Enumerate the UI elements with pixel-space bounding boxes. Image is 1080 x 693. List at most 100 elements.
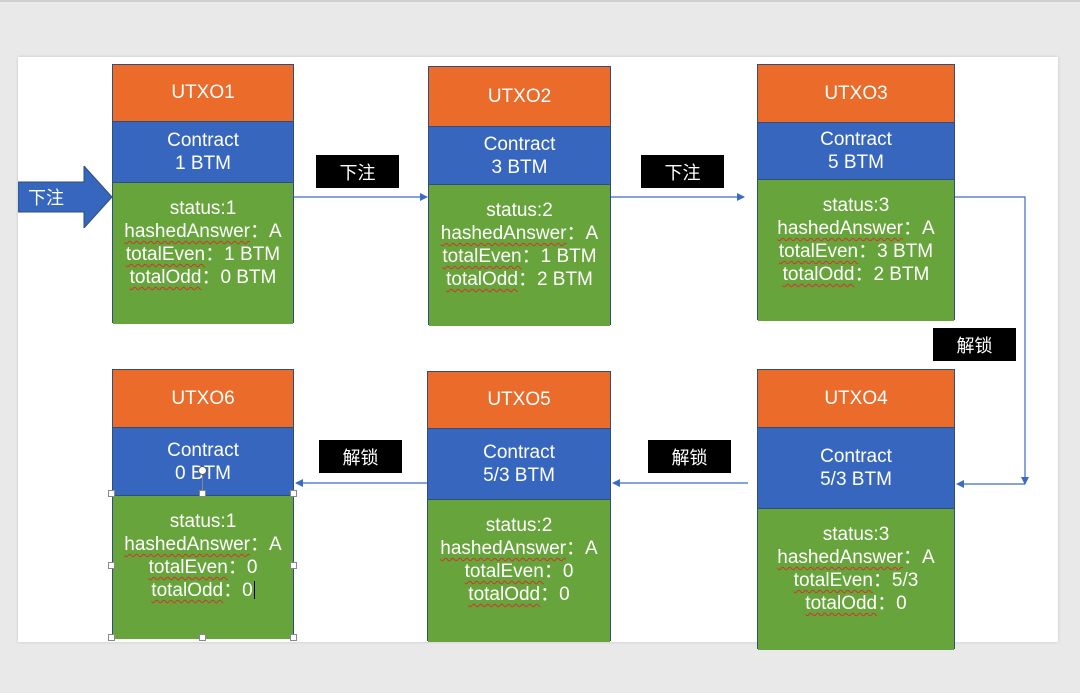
- utxo-block-2[interactable]: UTXO2 Contract 3 BTM status:2 hashedAnsw…: [428, 66, 611, 326]
- total-odd-value: ：0: [877, 593, 907, 614]
- total-even-line: totalEven：1 BTM: [429, 245, 610, 268]
- tag-unlock-1[interactable]: 解锁: [933, 328, 1016, 361]
- total-even-key: totalEven: [442, 246, 522, 267]
- total-odd-line: totalOdd：0: [758, 592, 954, 615]
- total-odd-line: totalOdd：0: [113, 579, 293, 602]
- resize-handle-middle-right[interactable]: [290, 562, 297, 569]
- utxo-title: UTXO1: [113, 65, 293, 122]
- tag-unlock-3[interactable]: 解锁: [319, 440, 402, 473]
- total-odd-value: ：0: [223, 580, 253, 601]
- utxo-title: UTXO3: [758, 65, 954, 123]
- utxo-block-3[interactable]: UTXO3 Contract 5 BTM status:3 hashedAnsw…: [757, 64, 955, 321]
- tag-bet-1[interactable]: 下注: [316, 155, 399, 188]
- contract-section: Contract 5/3 BTM: [428, 429, 610, 500]
- contract-amount: 1 BTM: [175, 153, 231, 174]
- contract-amount: 3 BTM: [491, 156, 548, 178]
- total-odd-key: totalOdd: [151, 580, 224, 601]
- total-odd-key: totalOdd: [129, 267, 202, 288]
- contract-label: Contract: [483, 442, 555, 463]
- tag-bet-2[interactable]: 下注: [641, 155, 724, 188]
- resize-handle-bottom-center[interactable]: [199, 634, 206, 641]
- state-section[interactable]: status:1 hashedAnswer：A totalEven：0 tota…: [113, 496, 293, 639]
- utxo-title: UTXO6: [113, 370, 293, 428]
- total-even-line: totalEven：0: [113, 556, 293, 579]
- total-even-line: totalEven：1 BTM: [113, 243, 293, 266]
- text-cursor: [253, 581, 255, 599]
- utxo-title: UTXO4: [758, 370, 954, 428]
- total-even-value: ：5/3: [872, 570, 919, 591]
- hashed-answer-key: hashedAnswer: [124, 534, 250, 555]
- status-line: status:3: [822, 524, 890, 545]
- total-odd-line: totalOdd：0: [428, 583, 610, 606]
- status-line: status:1: [169, 198, 237, 219]
- total-odd-value: ：0: [540, 584, 570, 605]
- state-section: status:3 hashedAnswer：A totalEven：5/3 to…: [758, 509, 954, 650]
- total-odd-line: totalOdd：2 BTM: [758, 263, 954, 286]
- entry-arrow[interactable]: 下注: [17, 164, 114, 230]
- state-section: status:1 hashedAnswer：A totalEven：1 BTM …: [113, 183, 293, 324]
- resize-handle-bottom-left[interactable]: [108, 634, 115, 641]
- resize-handle-middle-left[interactable]: [108, 562, 115, 569]
- utxo-title: UTXO2: [429, 67, 610, 127]
- utxo-block-6[interactable]: UTXO6 Contract 0 BTM status:1 hashedAnsw…: [112, 369, 294, 639]
- entry-arrow-label: 下注: [28, 188, 64, 209]
- resize-handle-top-left[interactable]: [108, 490, 115, 497]
- status-line: status:2: [486, 200, 553, 221]
- hashed-answer-value: ：A: [903, 547, 935, 568]
- hashed-answer-line: hashedAnswer：A: [758, 217, 954, 240]
- hashed-answer-value: ：A: [250, 221, 282, 242]
- total-even-line: totalEven：0: [428, 560, 610, 583]
- hashed-answer-key: hashedAnswer: [440, 223, 567, 244]
- total-even-key: totalEven: [125, 244, 206, 265]
- total-odd-line: totalOdd：0 BTM: [113, 266, 293, 289]
- total-even-value: ：1 BTM: [521, 246, 597, 267]
- total-odd-key: totalOdd: [782, 264, 855, 285]
- total-odd-key: totalOdd: [446, 269, 518, 290]
- total-even-key: totalEven: [464, 561, 544, 582]
- contract-label: Contract: [483, 133, 556, 155]
- total-odd-value: ：2 BTM: [517, 269, 593, 290]
- contract-label: Contract: [167, 130, 239, 151]
- hashed-answer-line: hashedAnswer：A: [113, 220, 293, 243]
- state-section: status:2 hashedAnswer：A totalEven：1 BTM …: [429, 185, 610, 326]
- total-even-key: totalEven: [793, 570, 873, 591]
- hashed-answer-line: hashedAnswer：A: [428, 537, 610, 560]
- contract-label: Contract: [167, 439, 239, 461]
- total-odd-value: ：0 BTM: [201, 267, 277, 288]
- resize-handle-bottom-right[interactable]: [290, 634, 297, 641]
- utxo-block-5[interactable]: UTXO5 Contract 5/3 BTM status:2 hashedAn…: [427, 371, 611, 642]
- utxo-title: UTXO5: [428, 372, 610, 429]
- contract-section: Contract 0 BTM: [113, 428, 293, 496]
- state-section: status:2 hashedAnswer：A totalEven：0 tota…: [428, 500, 610, 642]
- total-odd-key: totalOdd: [805, 593, 878, 614]
- utxo-block-4[interactable]: UTXO4 Contract 5/3 BTM status:3 hashedAn…: [757, 369, 955, 650]
- rotate-handle-stem: [202, 475, 203, 490]
- hashed-answer-line: hashedAnswer：A: [758, 546, 954, 569]
- contract-label: Contract: [820, 129, 892, 150]
- hashed-answer-value: ：A: [566, 223, 599, 244]
- total-even-value: ：0: [543, 561, 574, 582]
- utxo-block-1[interactable]: UTXO1 Contract 1 BTM status:1 hashedAnsw…: [112, 64, 294, 324]
- total-even-line: totalEven：5/3: [758, 569, 954, 592]
- contract-section: Contract 5/3 BTM: [758, 428, 954, 509]
- resize-handle-top-right[interactable]: [290, 490, 297, 497]
- status-line: status:3: [822, 195, 890, 216]
- rotate-handle-icon[interactable]: [198, 466, 207, 475]
- hashed-answer-key: hashedAnswer: [777, 218, 903, 239]
- total-even-key: totalEven: [778, 241, 859, 262]
- hashed-answer-line: hashedAnswer：A: [429, 222, 610, 245]
- contract-label: Contract: [820, 446, 892, 467]
- status-line: status:2: [485, 515, 553, 536]
- hashed-answer-key: hashedAnswer: [440, 538, 566, 559]
- hashed-answer-value: ：A: [250, 534, 282, 555]
- resize-handle-top-center[interactable]: [199, 490, 206, 497]
- contract-amount: 5/3 BTM: [820, 469, 892, 490]
- total-even-value: ：0: [227, 557, 258, 578]
- tag-unlock-2[interactable]: 解锁: [648, 440, 731, 473]
- state-section: status:3 hashedAnswer：A totalEven：3 BTM …: [758, 180, 954, 321]
- total-odd-key: totalOdd: [468, 584, 541, 605]
- total-even-line: totalEven：3 BTM: [758, 240, 954, 263]
- hashed-answer-key: hashedAnswer: [777, 547, 903, 568]
- hashed-answer-value: ：A: [903, 218, 935, 239]
- status-line: status:1: [169, 511, 237, 532]
